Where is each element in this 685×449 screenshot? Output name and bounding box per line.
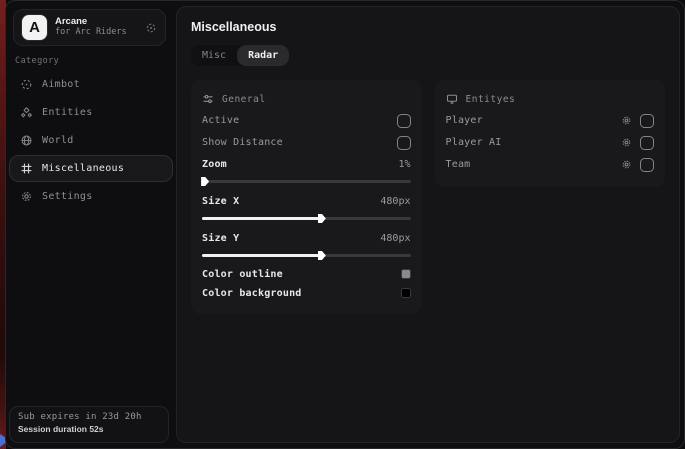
slider-fill (202, 217, 321, 220)
entity-row-team: Team (446, 154, 655, 175)
slider-track (202, 180, 411, 183)
general-card-header: General (202, 89, 411, 109)
sync-icon[interactable] (145, 22, 157, 34)
general-card: General Active Show Distance Zoom 1% (191, 80, 422, 314)
show-distance-checkbox[interactable] (397, 136, 411, 150)
entities-icon (20, 106, 33, 119)
brand-card: A Arcane for Arc Riders (13, 9, 166, 46)
brand-subtitle: for Arc Riders (55, 28, 145, 38)
zoom-value: 1% (398, 159, 410, 170)
slider-thumb[interactable] (318, 214, 326, 223)
slider-thumb[interactable] (201, 177, 209, 186)
player-checkbox[interactable] (640, 114, 654, 128)
size-x-value: 480px (380, 196, 410, 207)
entity-row-player-ai: Player AI (446, 132, 655, 153)
entity-controls (621, 158, 654, 172)
slider-fill (202, 254, 321, 257)
zoom-slider[interactable] (202, 178, 411, 185)
setting-row-color-outline: Color outline (202, 265, 411, 283)
gear-icon[interactable] (621, 137, 632, 148)
active-checkbox[interactable] (397, 114, 411, 128)
entity-controls (621, 114, 654, 128)
setting-row-active: Active (202, 110, 411, 131)
sidebar-item-miscellaneous[interactable]: Miscellaneous (9, 155, 173, 182)
color-background-swatch[interactable] (401, 288, 411, 298)
entity-controls (621, 136, 654, 150)
setting-row-size-x: Size X 480px (202, 191, 411, 212)
main-panel: Miscellaneous Misc Radar General Active (176, 6, 680, 443)
setting-label: Active (202, 115, 239, 126)
session-duration-text: Session duration 52s (18, 424, 160, 434)
slider-thumb[interactable] (318, 251, 326, 260)
setting-label: Show Distance (202, 137, 283, 148)
sidebar-item-aimbot[interactable]: Aimbot (9, 71, 173, 98)
page-title: Miscellaneous (191, 20, 665, 34)
setting-row-color-background: Color background (202, 284, 411, 302)
sidebar-item-entities[interactable]: Entities (9, 99, 173, 126)
entity-label: Team (446, 159, 471, 170)
sub-expires-text: Sub expires in 23d 20h (18, 412, 160, 422)
setting-label: Color outline (202, 269, 283, 280)
category-label: Category (15, 56, 59, 66)
cards-row: General Active Show Distance Zoom 1% (191, 80, 665, 314)
entity-row-player: Player (446, 110, 655, 131)
crosshair-icon (20, 78, 33, 91)
sidebar-item-settings[interactable]: Settings (9, 183, 173, 210)
team-checkbox[interactable] (640, 158, 654, 172)
tab-group: Misc Radar (191, 45, 289, 66)
entity-label: Player AI (446, 137, 502, 148)
size-y-slider[interactable] (202, 252, 411, 259)
setting-label: Size X (202, 196, 239, 207)
player-ai-checkbox[interactable] (640, 136, 654, 150)
app-logo: A (22, 15, 47, 40)
color-outline-swatch[interactable] (401, 269, 411, 279)
sidebar: A Arcane for Arc Riders Category Aimbot (6, 1, 176, 448)
brand-text: Arcane for Arc Riders (55, 17, 145, 38)
setting-row-show-distance: Show Distance (202, 132, 411, 153)
subscription-status-card: Sub expires in 23d 20h Session duration … (9, 406, 169, 443)
setting-label: Zoom (202, 159, 227, 170)
sidebar-item-label: World (42, 135, 74, 146)
general-card-title: General (222, 94, 266, 105)
entity-label: Player (446, 115, 483, 126)
sliders-icon (202, 93, 214, 105)
sidebar-nav: Aimbot Entities World (9, 71, 173, 211)
sidebar-item-label: Miscellaneous (42, 163, 124, 174)
size-y-value: 480px (380, 233, 410, 244)
gear-icon[interactable] (621, 159, 632, 170)
sidebar-item-label: Settings (42, 191, 93, 202)
setting-row-zoom: Zoom 1% (202, 154, 411, 175)
sidebar-item-label: Aimbot (42, 79, 80, 90)
monitor-icon (446, 93, 458, 105)
gear-icon (20, 190, 33, 203)
size-x-slider[interactable] (202, 215, 411, 222)
sidebar-item-world[interactable]: World (9, 127, 173, 154)
gear-icon[interactable] (621, 115, 632, 126)
tab-radar[interactable]: Radar (237, 45, 289, 66)
tab-misc[interactable]: Misc (191, 45, 237, 66)
grid-icon (20, 162, 33, 175)
setting-row-size-y: Size Y 480px (202, 228, 411, 249)
entities-card: Entityes Player Player AI (435, 80, 666, 187)
setting-label: Color background (202, 288, 302, 299)
setting-label: Size Y (202, 233, 239, 244)
entities-card-title: Entityes (466, 94, 516, 105)
globe-icon (20, 134, 33, 147)
entities-card-header: Entityes (446, 89, 655, 109)
sidebar-item-label: Entities (42, 107, 93, 118)
app-window: A Arcane for Arc Riders Category Aimbot (5, 0, 685, 449)
